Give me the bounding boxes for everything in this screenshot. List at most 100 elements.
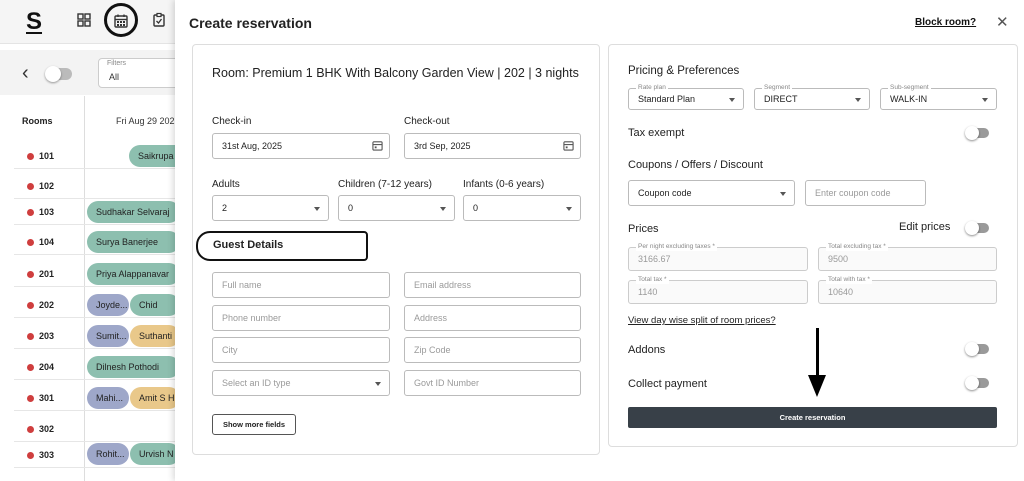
booking-chip[interactable]: Sudhakar Selvaraj [87,201,180,223]
row-divider [14,441,180,442]
booking-chip[interactable]: Priya Alappanavar [87,263,180,285]
rate-plan-select[interactable]: Rate plan Standard Plan [628,83,744,110]
rate-plan-label: Rate plan [636,83,668,92]
room-number: 303 [39,450,55,460]
infants-label: Infants (0-6 years) [463,179,545,190]
room-number: 301 [39,393,55,403]
room-status-dot [27,182,34,190]
children-label: Children (7-12 years) [338,179,432,190]
total-ex-tax-field[interactable]: Total excluding tax * 9500 [818,242,997,271]
room-number: 202 [39,300,55,310]
room-number: 104 [39,237,55,247]
room-row-label: 104 [27,237,54,247]
room-number: 103 [39,207,55,217]
booking-chip[interactable]: Sumit... [87,325,129,347]
room-status-dot [27,208,34,216]
room-row-label: 303 [27,450,54,460]
app-logo[interactable]: S [26,8,42,36]
adults-select[interactable]: 2 [212,195,329,221]
booking-chip[interactable]: Dilnesh Pothodi [87,356,180,378]
booking-chip[interactable]: Suthanti [130,325,180,347]
chevron-down-icon [375,382,381,386]
filters-label: Filters [107,60,127,67]
edit-prices-toggle[interactable] [965,221,989,235]
chevron-down-icon [314,207,320,211]
room-row-label: 202 [27,300,54,310]
annotation-arrow [816,328,819,378]
addons-toggle[interactable] [965,342,989,356]
total-with-tax-label: Total with tax * [826,275,872,284]
total-with-tax-field[interactable]: Total with tax * 10640 [818,275,997,304]
column-divider [84,96,85,481]
segment-select[interactable]: Segment DIRECT [754,83,870,110]
address-input[interactable]: Address [404,305,581,331]
room-status-dot [27,394,34,402]
room-row-label: 204 [27,362,54,372]
clipboard-icon[interactable] [151,12,167,28]
per-night-price-field[interactable]: Per night excluding taxes * 3166.67 [628,242,808,271]
infants-value: 0 [473,203,479,213]
room-row-label: 103 [27,207,54,217]
calendar-icon[interactable] [563,140,574,151]
total-tax-field[interactable]: Total tax * 1140 [628,275,808,304]
back-arrow-icon[interactable]: ‹ [22,62,29,85]
booking-chip[interactable]: Surya Banerjee [87,231,180,253]
total-ex-tax-label: Total excluding tax * [826,242,888,251]
children-select[interactable]: 0 [338,195,455,221]
full-name-input[interactable]: Full name [212,272,390,298]
coupons-title: Coupons / Offers / Discount [628,159,763,171]
row-divider [14,379,180,380]
chevron-down-icon [855,98,861,102]
block-room-link[interactable]: Block room? [915,17,976,28]
room-status-dot [27,363,34,371]
room-number: 204 [39,362,55,372]
annotation-arrow-head [808,375,826,397]
id-type-select[interactable]: Select an ID type [212,370,390,396]
booking-chip[interactable]: Joyde... [87,294,129,316]
day-wise-split-link[interactable]: View day wise split of room prices? [628,315,776,326]
chevron-down-icon [780,192,786,196]
show-more-fields-button[interactable]: Show more fields [212,414,296,435]
city-input[interactable]: City [212,337,390,363]
reservation-details-card: Room: Premium 1 BHK With Balcony Garden … [192,44,600,455]
booking-chip[interactable]: Urvish N [130,443,180,465]
booking-chip[interactable]: Amit S H [130,387,180,409]
phone-input[interactable]: Phone number [212,305,390,331]
zip-code-input[interactable]: Zip Code [404,337,581,363]
row-divider [14,286,180,287]
room-row-label: 101 [27,151,54,161]
room-number: 101 [39,151,55,161]
filters-select[interactable]: Filters All [98,58,180,88]
booking-chip[interactable]: Mahi... [87,387,129,409]
booking-chip[interactable]: Chid [130,294,180,316]
collect-payment-toggle[interactable] [965,376,989,390]
checkout-field[interactable]: 3rd Sep, 2025 [404,133,581,159]
coupon-code-input[interactable]: Enter coupon code [805,180,926,206]
create-reservation-button[interactable]: Create reservation [628,407,997,428]
tax-exempt-toggle[interactable] [965,126,989,140]
rate-plan-value: Standard Plan [638,94,696,104]
checkin-field[interactable]: 31st Aug, 2025 [212,133,390,159]
booking-chip[interactable]: Rohit... [87,443,129,465]
govt-id-input[interactable]: Govt ID Number [404,370,581,396]
calendar-icon[interactable] [372,140,383,151]
coupon-code-select[interactable]: Coupon code [628,180,795,206]
email-input[interactable]: Email address [404,272,581,298]
filters-value: All [109,72,120,82]
calendar-icon[interactable] [113,13,129,29]
calendar-view-toggle[interactable] [45,66,72,82]
infants-select[interactable]: 0 [463,195,581,221]
chevron-down-icon [729,98,735,102]
checkin-value: 31st Aug, 2025 [222,141,283,151]
children-value: 0 [348,203,354,213]
room-status-dot [27,238,34,246]
row-divider [14,224,180,225]
row-divider [14,467,180,468]
checkout-value: 3rd Sep, 2025 [414,141,471,151]
room-number: 102 [39,181,55,191]
close-icon[interactable]: ✕ [996,13,1009,31]
sub-segment-select[interactable]: Sub-segment WALK-IN [880,83,997,110]
room-status-dot [27,425,34,433]
room-status-dot [27,270,34,278]
grid-icon[interactable] [76,12,92,28]
